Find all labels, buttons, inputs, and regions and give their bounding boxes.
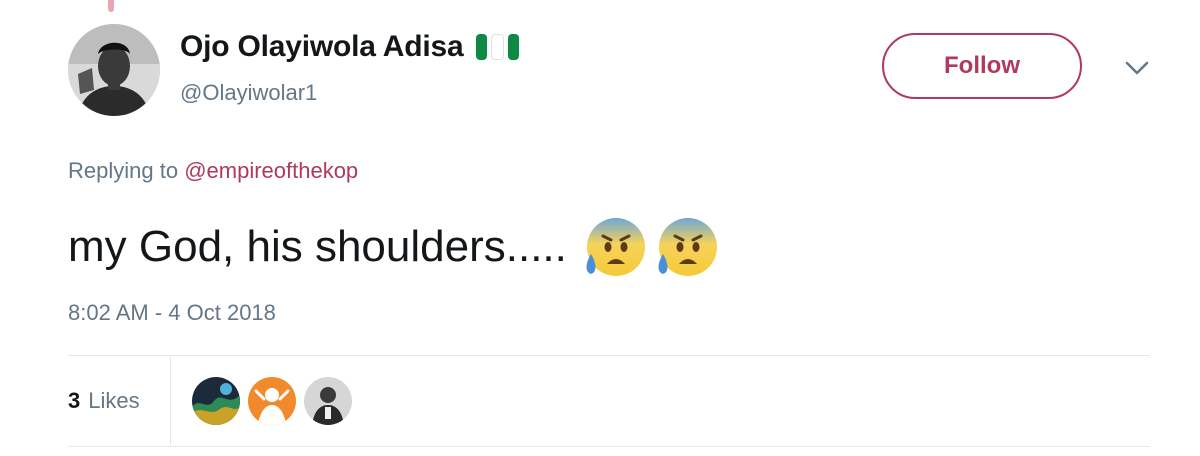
anxious-face-with-sweat-icon bbox=[658, 218, 717, 276]
tweet-emojis bbox=[581, 214, 719, 280]
thread-connector bbox=[108, 0, 114, 12]
author-avatar[interactable] bbox=[68, 24, 160, 116]
liker-avatars bbox=[192, 377, 352, 425]
liker-avatar-2[interactable] bbox=[248, 377, 296, 425]
anxious-face-with-sweat-icon bbox=[586, 218, 645, 276]
likes-stat[interactable]: 3 Likes bbox=[68, 356, 168, 446]
liker-avatar-1[interactable] bbox=[192, 377, 240, 425]
replying-to-line: Replying to @empireofthekop bbox=[68, 158, 358, 184]
stats-separator bbox=[170, 357, 171, 445]
likes-label: Likes bbox=[88, 388, 140, 413]
author-display-name[interactable]: Ojo Olayiwola Adisa bbox=[180, 30, 464, 64]
likes-count: 3 bbox=[68, 388, 81, 413]
follow-button[interactable]: Follow bbox=[882, 33, 1082, 99]
avatar-image bbox=[68, 24, 160, 116]
reply-mention-link[interactable]: @empireofthekop bbox=[184, 158, 358, 183]
tweet-body: my God, his shoulders..... bbox=[68, 214, 719, 280]
tweet-text: my God, his shoulders..... bbox=[68, 222, 567, 271]
nigeria-flag-icon bbox=[475, 34, 520, 60]
replying-prefix: Replying to bbox=[68, 158, 185, 183]
author-name-row: Ojo Olayiwola Adisa bbox=[180, 30, 520, 64]
chevron-down-icon[interactable] bbox=[1122, 58, 1152, 78]
divider-bottom bbox=[68, 446, 1150, 447]
tweet-timestamp[interactable]: 8:02 AM - 4 Oct 2018 bbox=[68, 300, 276, 326]
liker-avatar-3[interactable] bbox=[304, 377, 352, 425]
author-handle[interactable]: @Olayiwolar1 bbox=[180, 80, 317, 106]
divider-top bbox=[68, 355, 1150, 356]
